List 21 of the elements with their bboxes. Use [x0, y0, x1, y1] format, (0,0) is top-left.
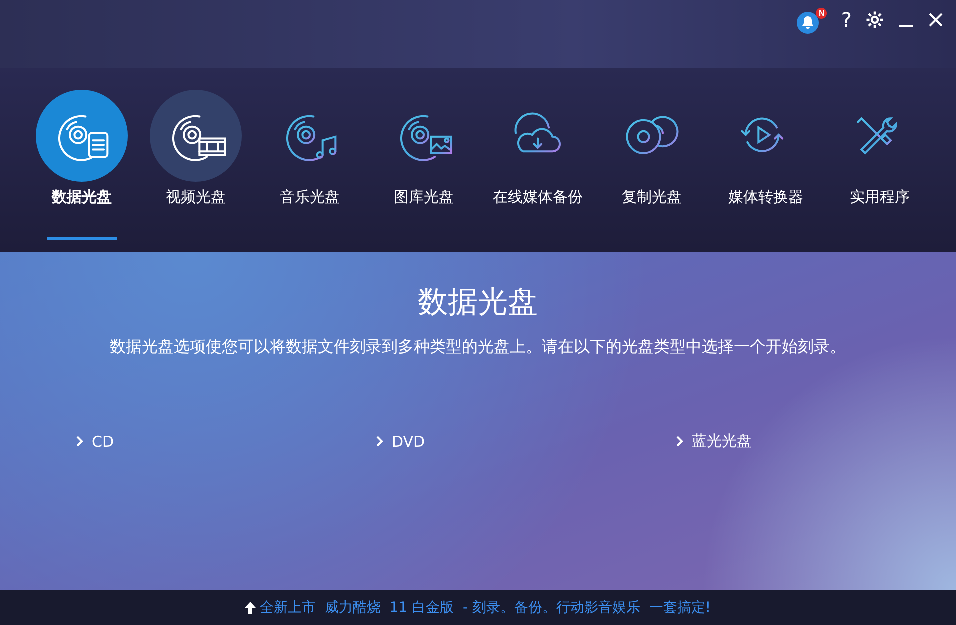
up-arrow-icon	[245, 602, 256, 614]
help-button[interactable]: ?	[841, 8, 852, 32]
nav-tab[interactable]: 数据光盘	[25, 90, 139, 252]
nav-tab[interactable]: 视频光盘	[139, 90, 253, 252]
disc-type-link[interactable]: CD	[76, 432, 114, 451]
nav-tab[interactable]: 实用程序	[823, 90, 937, 252]
chevron-icon	[676, 436, 684, 447]
nav-tab[interactable]: 媒体转换器	[709, 90, 823, 252]
nav-tab[interactable]: 复制光盘	[595, 90, 709, 252]
nav-tab[interactable]: 音乐光盘	[253, 90, 367, 252]
bell-icon	[797, 12, 820, 34]
disc-type-link[interactable]: DVD	[376, 432, 426, 451]
page-heading: 数据光盘	[418, 284, 538, 322]
notification-badge: N	[816, 8, 828, 19]
disc-type-link[interactable]: 蓝光光盘	[676, 432, 752, 451]
description-text: 数据光盘选项使您可以将数据文件刻录到多种类型的光盘上。请在以下的光盘类型中选择一个开始刻录。	[110, 337, 846, 358]
chevron-icon	[376, 436, 384, 447]
chevron-icon	[76, 436, 84, 447]
nav-tab[interactable]: 图库光盘	[367, 90, 481, 252]
notification-button[interactable]: N	[797, 8, 828, 34]
nav-tab[interactable]: 在线媒体备份	[481, 90, 595, 252]
